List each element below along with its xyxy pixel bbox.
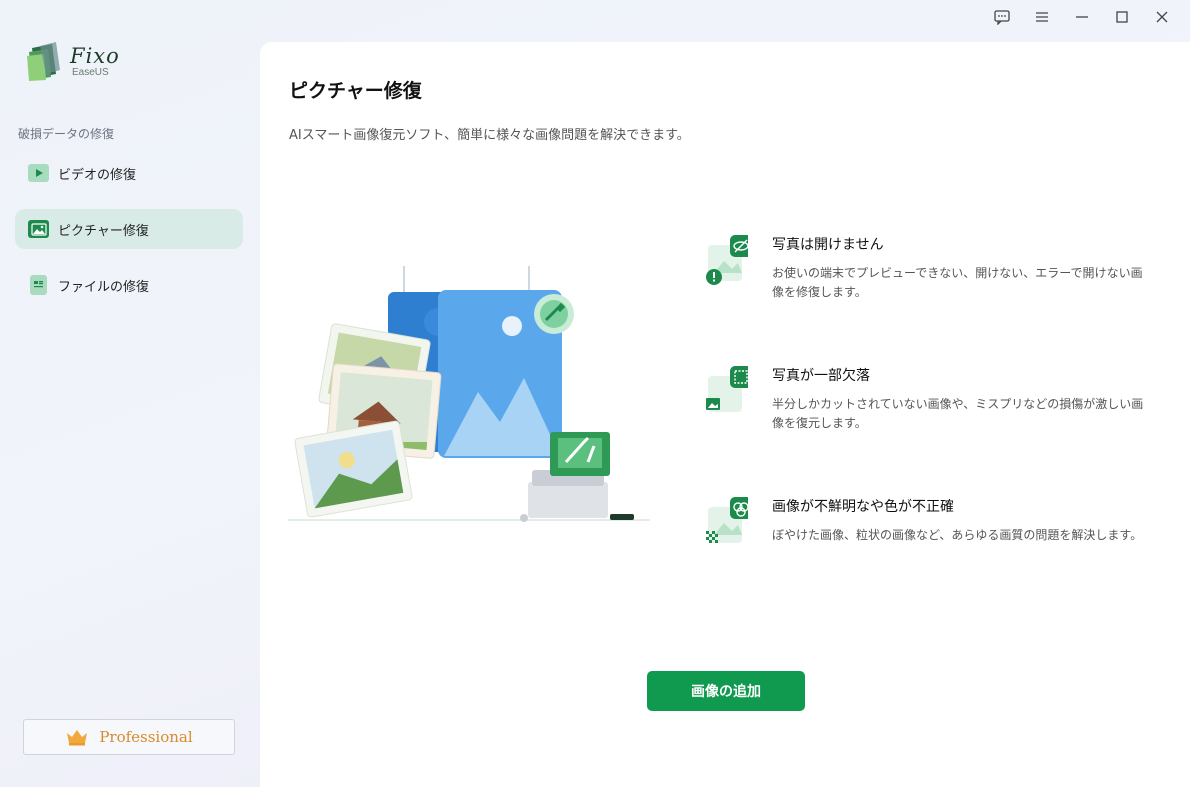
- feature-title: 写真が一部欠落: [772, 368, 870, 384]
- close-icon[interactable]: [1142, 6, 1182, 28]
- professional-button[interactable]: Professional: [23, 719, 235, 755]
- color-circles-icon: [702, 495, 752, 547]
- app-name: Fixo: [70, 43, 120, 68]
- crown-icon: [67, 730, 88, 746]
- sidebar-item-video-repair[interactable]: ビデオの修復: [15, 153, 243, 193]
- feature-description: 半分しかカットされていない画像や、ミスプリなどの損傷が激しい画像を復元します。: [772, 397, 1144, 430]
- sidebar-item-picture-repair[interactable]: ピクチャー修復: [15, 209, 243, 249]
- crop-frame-icon: [702, 364, 752, 416]
- feature-description: お使いの端末でプレビューできない、開けない、エラーで開けない画像を修復します。: [772, 266, 1143, 299]
- professional-label: Professional: [99, 728, 193, 746]
- feature-list: 写真は開けません お使いの端末でプレビューできない、開けない、エラーで開けない画…: [702, 228, 1162, 621]
- hidden-eye-icon: [702, 233, 752, 285]
- feature-item: 写真が一部欠落 半分しかカットされていない画像や、ミスプリなどの損傷が激しい画像…: [702, 359, 1162, 490]
- app-subname: EaseUS: [72, 66, 109, 78]
- section-label: 破損データの修復: [18, 127, 115, 141]
- main-panel: ピクチャー修復 AIスマート画像復元ソフト、簡単に様々な画像問題を解決できます。: [260, 42, 1190, 787]
- feedback-icon[interactable]: [982, 6, 1022, 28]
- minimize-icon[interactable]: [1062, 6, 1102, 28]
- sidebar-item-file-repair[interactable]: ファイルの修復: [15, 265, 243, 305]
- feature-title: 写真は開けません: [772, 237, 884, 253]
- sidebar-item-label: ピクチャー修復: [58, 223, 149, 239]
- window-controls: [982, 6, 1182, 28]
- feature-item: 写真は開けません お使いの端末でプレビューできない、開けない、エラーで開けない画…: [702, 228, 1162, 359]
- feature-item: 画像が不鮮明なや色が不正確 ぼやけた画像、粒状の画像など、あらゆる画質の問題を解…: [702, 490, 1162, 621]
- maximize-icon[interactable]: [1102, 6, 1142, 28]
- feature-title: 画像が不鮮明なや色が不正確: [772, 499, 954, 515]
- sidebar-item-label: ファイルの修復: [58, 279, 150, 295]
- picture-icon: [28, 220, 49, 238]
- sidebar-nav: ビデオの修復 ピクチャー修復 ファイルの修復: [15, 153, 243, 321]
- picture-repair-illustration: [288, 262, 650, 522]
- add-image-button[interactable]: 画像の追加: [647, 671, 805, 711]
- fixo-logo-icon: [26, 40, 64, 82]
- feature-description: ぼやけた画像、粒状の画像など、あらゆる画質の問題を解決します。: [772, 528, 1143, 542]
- menu-icon[interactable]: [1022, 6, 1062, 28]
- sidebar: Fixo EaseUS 破損データの修復 ビデオの修復 ピクチャー修復 ファイル…: [0, 0, 258, 787]
- page-subtitle: AIスマート画像復元ソフト、簡単に様々な画像問題を解決できます。: [289, 128, 690, 143]
- sidebar-item-label: ビデオの修復: [58, 167, 137, 183]
- page-title: ピクチャー修復: [289, 80, 422, 102]
- file-icon: [30, 275, 47, 295]
- app-logo: Fixo EaseUS: [26, 40, 120, 82]
- video-icon: [28, 164, 49, 182]
